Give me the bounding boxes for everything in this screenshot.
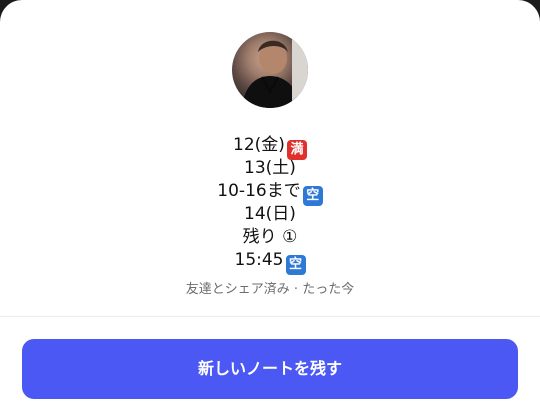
note-line: 残り ① xyxy=(242,227,298,247)
note-line: 15:45 空 xyxy=(0,249,540,275)
divider xyxy=(0,316,540,317)
vacancy-emoji-icon: 空 xyxy=(302,186,323,206)
note-line: 13(土) xyxy=(244,158,296,178)
note-line: 12(金) 満 xyxy=(0,134,540,160)
note-line: 14(日) xyxy=(244,204,296,224)
share-status: 友達とシェア済み · たった今 xyxy=(185,282,355,297)
note-text: 12(金) 満 13(土) 10-16まで空 14(日) 残り ① 15:45 空 xyxy=(0,134,540,275)
note-sheet: 12(金) 満 13(土) 10-16まで空 14(日) 残り ① 15:45 空 … xyxy=(0,0,540,420)
vacancy-emoji-icon: 空 xyxy=(285,255,306,275)
note-line: 10-16まで空 xyxy=(0,180,540,206)
avatar-photo xyxy=(242,32,308,108)
avatar[interactable] xyxy=(232,32,308,108)
leave-new-note-button[interactable]: 新しいノートを残す xyxy=(22,339,518,399)
